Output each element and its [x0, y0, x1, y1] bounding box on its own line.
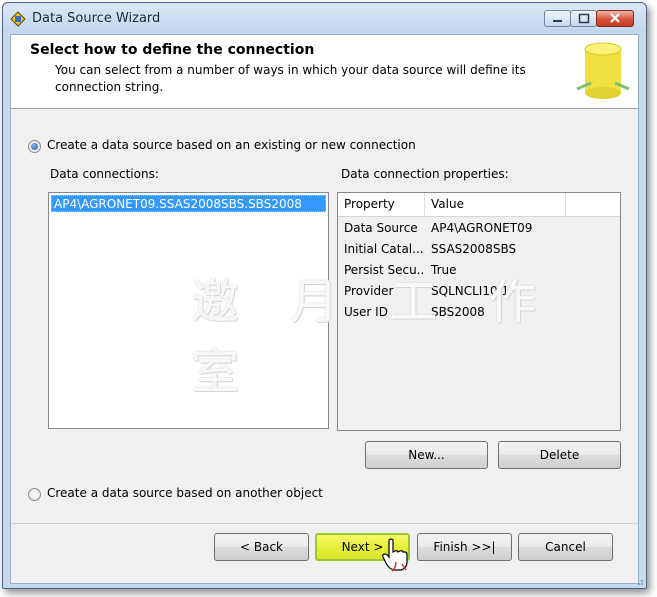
- wizard-window: Data Source Wizard Select how to define …: [2, 2, 647, 589]
- wizard-body: Select how to define the connection You …: [10, 34, 639, 584]
- maximize-icon: [578, 13, 590, 24]
- resize-grip-icon[interactable]: [634, 576, 644, 586]
- connection-properties-label: Data connection properties:: [341, 167, 509, 181]
- data-connections-label: Data connections:: [50, 167, 159, 181]
- property-value: SSAS2008SBS: [431, 242, 517, 256]
- table-row[interactable]: Initial Catal... SSAS2008SBS: [338, 239, 620, 260]
- page-description: You can select from a number of ways in …: [55, 63, 526, 94]
- property-column-header[interactable]: Property: [338, 193, 425, 216]
- properties-header-row: Property Value: [338, 193, 620, 217]
- hand-cursor-icon: [382, 538, 408, 572]
- another-object-label[interactable]: Create a data source based on another ob…: [47, 486, 323, 500]
- existing-connection-radio[interactable]: [28, 140, 41, 153]
- database-cylinder-icon: [576, 42, 630, 99]
- title-bar[interactable]: Data Source Wizard: [3, 3, 646, 33]
- close-icon: [610, 13, 620, 23]
- minimize-icon: [553, 20, 562, 22]
- delete-connection-button[interactable]: Delete: [498, 441, 621, 469]
- watermark: 邀 月 工 作 室: [191, 274, 555, 400]
- property-name: Data Source: [344, 221, 418, 235]
- back-button[interactable]: < Back: [214, 533, 309, 561]
- page-title: Select how to define the connection: [30, 42, 315, 58]
- existing-connection-label[interactable]: Create a data source based on an existin…: [47, 138, 416, 152]
- finish-button[interactable]: Finish >>|: [417, 533, 512, 561]
- minimize-button[interactable]: [544, 10, 571, 27]
- maximize-button[interactable]: [570, 10, 597, 27]
- property-value: AP4\AGRONET09: [431, 221, 533, 235]
- data-source-icon: [10, 11, 26, 27]
- cancel-button[interactable]: Cancel: [518, 533, 613, 561]
- footer-divider: [11, 523, 638, 524]
- table-row[interactable]: Data Source AP4\AGRONET09: [338, 218, 620, 239]
- list-item[interactable]: AP4\AGRONET09.SSAS2008SBS.SBS2008: [51, 195, 326, 212]
- another-object-radio[interactable]: [28, 488, 41, 501]
- value-column-header[interactable]: Value: [425, 193, 566, 216]
- window-title: Data Source Wizard: [32, 11, 161, 26]
- wizard-header: Select how to define the connection You …: [11, 35, 638, 109]
- close-button[interactable]: [596, 10, 634, 27]
- new-connection-button[interactable]: New...: [365, 441, 488, 469]
- property-name: Initial Catal...: [344, 242, 424, 256]
